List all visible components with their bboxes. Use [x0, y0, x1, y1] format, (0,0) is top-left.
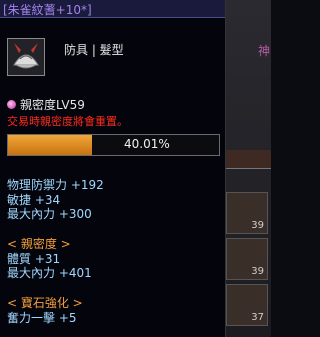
- hair-helmet-icon: [7, 38, 45, 76]
- stat-line: 最大內力 +300: [7, 207, 92, 221]
- intimacy-progress-fill: [8, 135, 93, 155]
- intimacy-level: 親密度LV59: [20, 98, 85, 112]
- intimacy-level-row: 親密度LV59: [7, 96, 85, 113]
- item-title: [朱雀紋蓍+10*]: [3, 3, 92, 17]
- background-tab[interactable]: [226, 150, 271, 169]
- stat-line: 最大內力 +401: [7, 266, 92, 280]
- tooltip-title-bar: [朱雀紋蓍+10*]: [0, 0, 225, 18]
- intimacy-progress-bar: 40.01%: [7, 134, 220, 156]
- item-type: 防具 | 髮型: [64, 43, 124, 57]
- intimacy-progress-text: 40.01%: [124, 137, 170, 151]
- gem-icon: [7, 100, 16, 109]
- inventory-slot[interactable]: 39: [226, 192, 268, 234]
- trade-warning: 交易時親密度將會重置。: [7, 115, 128, 128]
- inventory-slot[interactable]: 39: [226, 238, 268, 280]
- background-window-title: 神: [258, 44, 271, 58]
- inventory-slot[interactable]: 37: [226, 284, 268, 326]
- item-tooltip: [朱雀紋蓍+10*] 防具 | 髮型 親密度LV59 交易時親密度將會重置。 4…: [0, 0, 226, 337]
- stat-line: 奮力一擊 +5: [7, 311, 77, 325]
